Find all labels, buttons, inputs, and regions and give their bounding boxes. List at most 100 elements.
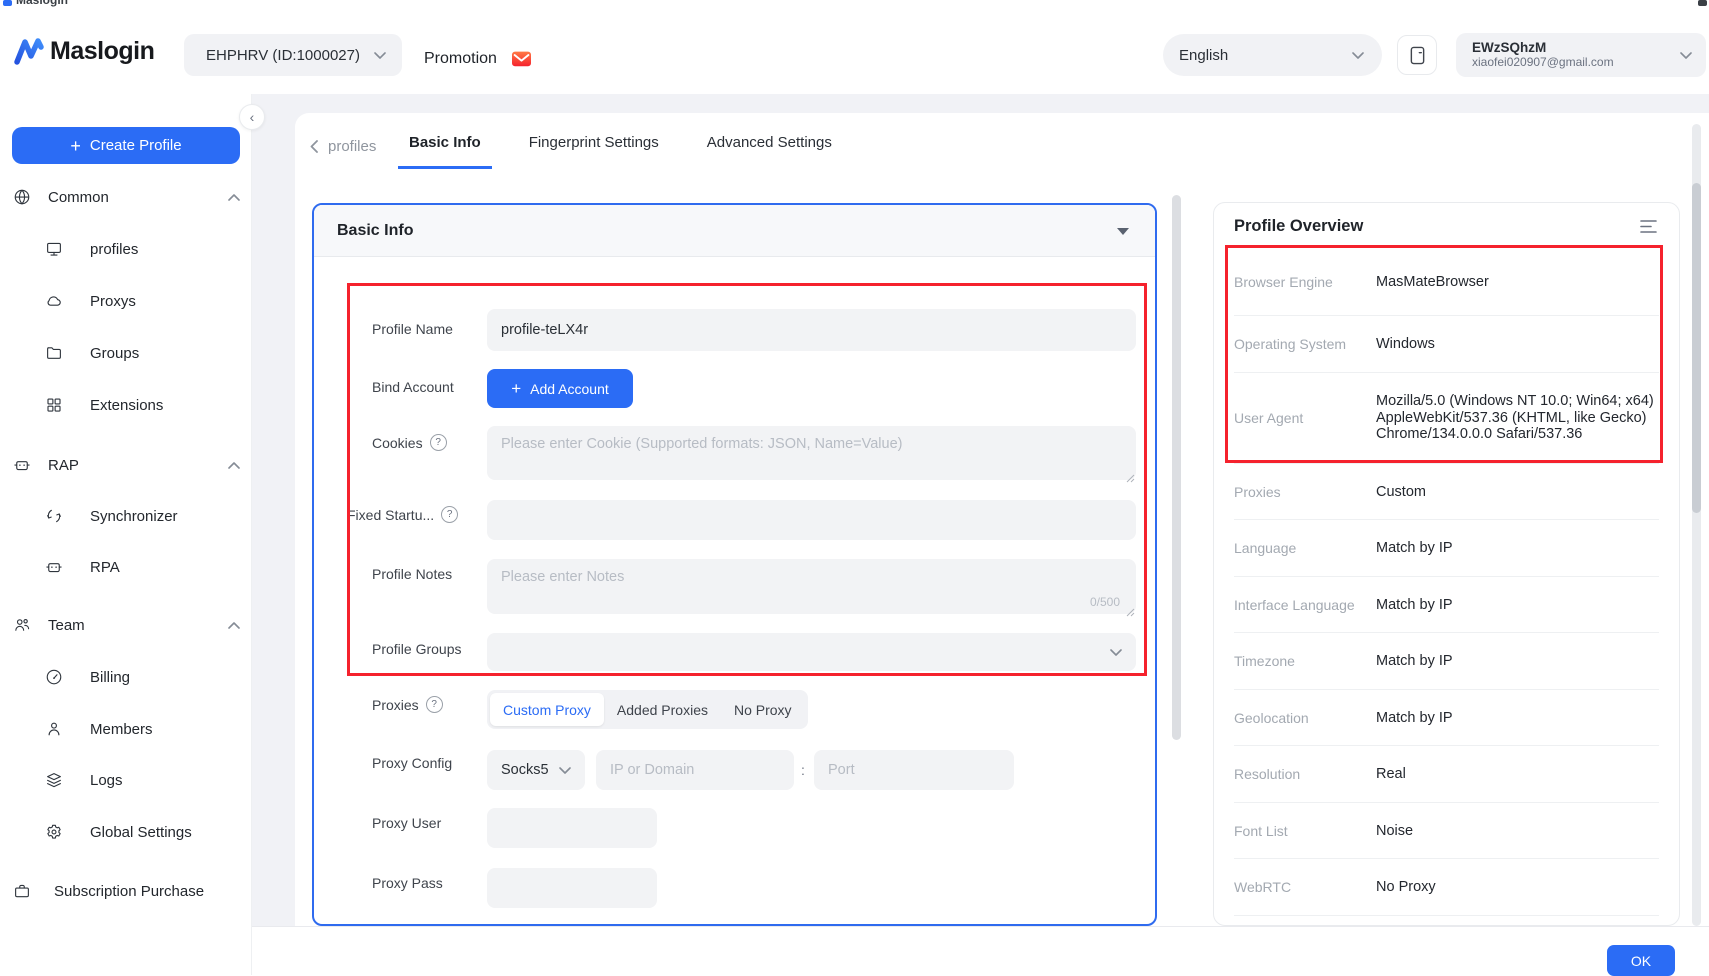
collapse-panel-icon[interactable] bbox=[1117, 228, 1129, 235]
sidebar-item-extensions[interactable]: Extensions bbox=[0, 394, 252, 416]
chevron-left-icon bbox=[310, 140, 318, 153]
overview-row-proxies: Proxies Custom bbox=[1234, 464, 1659, 520]
breadcrumb-back[interactable]: profiles bbox=[310, 138, 376, 155]
tab-fingerprint-settings[interactable]: Fingerprint Settings bbox=[518, 130, 670, 169]
sidebar-item-logs[interactable]: Logs bbox=[0, 769, 252, 791]
main-panel-scrollbar[interactable] bbox=[1172, 195, 1181, 740]
cloud-icon bbox=[45, 292, 63, 310]
docs-button[interactable] bbox=[1397, 35, 1437, 75]
add-account-button[interactable]: + Add Account bbox=[487, 369, 633, 408]
footer-bar: OK bbox=[252, 926, 1709, 975]
page-scrollbar-thumb[interactable] bbox=[1692, 183, 1701, 513]
sidebar-item-subscription-purchase[interactable]: Subscription Purchase bbox=[0, 880, 252, 902]
section-label: Common bbox=[48, 189, 109, 206]
plus-icon: + bbox=[511, 379, 521, 399]
profile-notes-label: Profile Notes bbox=[372, 566, 452, 582]
tab-bar: Basic Info Fingerprint Settings Advanced… bbox=[398, 130, 843, 169]
sidebar-section-common[interactable]: Common bbox=[0, 186, 252, 208]
globe-icon bbox=[13, 188, 31, 206]
chevron-down-icon bbox=[1352, 52, 1364, 59]
promotion-link[interactable]: Promotion bbox=[424, 49, 532, 68]
chevron-down-icon bbox=[1110, 649, 1122, 656]
proxy-mode-added-proxies[interactable]: Added Proxies bbox=[604, 693, 721, 726]
sidebar-item-proxys[interactable]: Proxys bbox=[0, 290, 252, 312]
tab-advanced-settings[interactable]: Advanced Settings bbox=[696, 130, 843, 169]
create-profile-label: Create Profile bbox=[90, 137, 182, 154]
workspace-selector[interactable]: EHPHRV (ID:1000027) bbox=[184, 34, 402, 76]
panel-options-icon[interactable] bbox=[1640, 219, 1657, 234]
profile-name-label: Profile Name bbox=[372, 321, 453, 337]
sidebar-item-label: Logs bbox=[90, 772, 123, 789]
fixed-startup-input[interactable] bbox=[487, 500, 1136, 540]
sidebar-item-billing[interactable]: Billing bbox=[0, 666, 252, 688]
profile-notes-textarea[interactable] bbox=[487, 559, 1136, 614]
promotion-gift-icon bbox=[511, 49, 532, 68]
monitor-icon bbox=[45, 240, 63, 258]
sidebar-item-label: Groups bbox=[90, 345, 139, 362]
create-profile-button[interactable]: + Create Profile bbox=[12, 127, 240, 164]
briefcase-icon bbox=[13, 882, 31, 900]
workspace-name: EHPHRV (ID:1000027) bbox=[206, 47, 360, 64]
sidebar-section-rap[interactable]: RAP bbox=[0, 454, 252, 476]
section-label: Team bbox=[48, 617, 85, 634]
account-menu[interactable]: EWzSQhzM xiaofei020907@gmail.com bbox=[1456, 33, 1706, 77]
proxy-pass-label: Proxy Pass bbox=[372, 875, 443, 891]
sidebar-item-label: Synchronizer bbox=[90, 508, 178, 525]
fixed-startup-label: Fixed Startu... ? bbox=[347, 506, 458, 523]
help-icon[interactable]: ? bbox=[426, 696, 443, 713]
sidebar-item-global-settings[interactable]: Global Settings bbox=[0, 821, 252, 843]
language-value: English bbox=[1179, 47, 1228, 64]
help-icon[interactable]: ? bbox=[441, 506, 458, 523]
sidebar-item-label: Members bbox=[90, 721, 153, 738]
ok-button[interactable]: OK bbox=[1607, 945, 1675, 976]
notes-char-counter: 0/500 bbox=[1090, 595, 1120, 609]
sidebar-item-label: Subscription Purchase bbox=[54, 883, 204, 900]
basic-info-panel-header[interactable]: Basic Info bbox=[314, 205, 1155, 257]
window-titlebar: Maslogin bbox=[0, 0, 1709, 8]
proxy-mode-no-proxy[interactable]: No Proxy bbox=[721, 693, 805, 726]
proxy-user-input[interactable] bbox=[487, 808, 657, 848]
resize-handle-icon[interactable] bbox=[1126, 470, 1135, 479]
app-header: Maslogin EHPHRV (ID:1000027) Promotion E… bbox=[0, 8, 1709, 95]
resize-handle-icon[interactable] bbox=[1126, 604, 1135, 613]
overview-row-geolocation: Geolocation Match by IP bbox=[1234, 690, 1659, 746]
proxy-port-input[interactable] bbox=[814, 750, 1014, 790]
profile-groups-select[interactable] bbox=[487, 633, 1136, 671]
promotion-label: Promotion bbox=[424, 50, 497, 68]
sync-icon bbox=[45, 507, 63, 525]
breadcrumb-label: profiles bbox=[328, 138, 376, 155]
proxy-mode-custom-proxy[interactable]: Custom Proxy bbox=[490, 693, 604, 726]
proxy-protocol-select[interactable]: Socks5 bbox=[487, 750, 585, 790]
overview-row-resolution: Resolution Real bbox=[1234, 746, 1659, 803]
chevron-up-icon bbox=[228, 622, 240, 629]
profile-name-input[interactable] bbox=[487, 309, 1136, 351]
sidebar-item-profiles[interactable]: profiles bbox=[0, 238, 252, 260]
account-info: EWzSQhzM xiaofei020907@gmail.com bbox=[1472, 40, 1680, 69]
sidebar-item-groups[interactable]: Groups bbox=[0, 342, 252, 364]
sidebar-collapse-button[interactable]: ‹ bbox=[239, 104, 265, 130]
sidebar-item-label: Billing bbox=[90, 669, 130, 686]
proxy-ip-input[interactable] bbox=[596, 750, 794, 790]
sidebar-section-team[interactable]: Team bbox=[0, 614, 252, 636]
window-control-icon[interactable] bbox=[1698, 0, 1707, 6]
account-email: xiaofei020907@gmail.com bbox=[1472, 56, 1680, 70]
help-icon[interactable]: ? bbox=[430, 434, 447, 451]
app-icon bbox=[3, 0, 12, 6]
chevron-up-icon bbox=[228, 194, 240, 201]
sidebar-item-synchronizer[interactable]: Synchronizer bbox=[0, 505, 252, 527]
maslogin-logo-icon bbox=[13, 35, 45, 67]
grid-icon bbox=[45, 396, 63, 414]
sidebar-item-rpa[interactable]: RPA bbox=[0, 556, 252, 578]
overview-row-webrtc: WebRTC No Proxy bbox=[1234, 859, 1659, 916]
cookies-textarea[interactable] bbox=[487, 426, 1136, 480]
account-name: EWzSQhzM bbox=[1472, 40, 1680, 56]
sidebar-item-members[interactable]: Members bbox=[0, 718, 252, 740]
sidebar-item-label: Extensions bbox=[90, 397, 163, 414]
bind-account-label: Bind Account bbox=[372, 379, 454, 395]
proxies-label: Proxies ? bbox=[372, 696, 443, 713]
tab-basic-info[interactable]: Basic Info bbox=[398, 130, 492, 169]
proxy-user-label: Proxy User bbox=[372, 815, 441, 831]
overview-row-font-list: Font List Noise bbox=[1234, 803, 1659, 859]
language-selector[interactable]: English bbox=[1163, 34, 1382, 76]
proxy-pass-input[interactable] bbox=[487, 868, 657, 908]
